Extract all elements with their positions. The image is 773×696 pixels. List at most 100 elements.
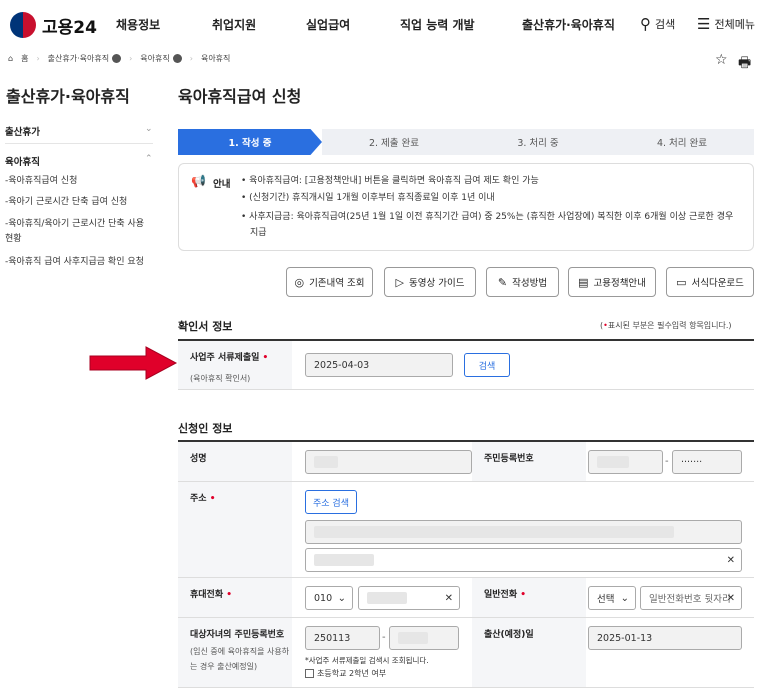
mobile-number-field[interactable]: ✕ [358,586,460,610]
breadcrumb-level1[interactable]: 출산휴가·육아휴직 [48,53,122,64]
megaphone-icon: 📢 [191,174,206,188]
sidebar-item-deferred-payment[interactable]: -육아휴직 급여 사후지급금 확인 요청 [5,255,153,270]
required-note: (•표시된 부분은 필수입력 항목입니다.) [600,321,732,330]
applicant-section-title: 신청인 정보 [178,422,233,435]
sidebar-title: 출산휴가·육아휴직 [6,87,130,106]
nav-skills-development[interactable]: 직업 능력 개발 [400,16,475,33]
clear-icon[interactable]: ✕ [727,555,735,566]
breadcrumb-level2[interactable]: 육아휴직 [140,53,182,64]
applicant-form: 성명 주민등록번호 - ······· 주소 • 주소 검색 ✕ 휴대전화 • … [178,440,754,692]
notice-line: 지급 [250,228,267,238]
submit-date-label: 사업주 서류제출일 • (육아휴직 확인서) [178,341,292,389]
notice-line: • 육아휴직급여: [고용정책안내] 버튼을 클릭하면 육아휴직 급여 제도 확… [241,176,539,186]
nav-maternity-parental[interactable]: 출산휴가·육아휴직 [522,16,615,33]
sidebar-item-reduced-hours[interactable]: -육아기 근로시간 단축 급여 신청 [5,195,153,210]
policy-guide-button[interactable]: ▤ 고용정책안내 [568,267,656,297]
dash: - [382,632,386,643]
sidebar-group-maternity[interactable]: 출산휴가 [5,124,40,138]
nav-employment-support[interactable]: 취업지원 [212,16,256,33]
notice-box: 📢 안내 • 육아휴직급여: [고용정책안내] 버튼을 클릭하면 육아휴직 급여… [178,163,754,251]
favorite-star-icon[interactable]: ☆ [715,52,728,68]
step-processing: 3. 처리 중 [466,129,610,155]
confirm-section-title: 확인서 정보 [178,320,233,333]
birth-date-label: 출산(예정)일 [472,618,586,687]
child-rrn-label: 대상자녀의 주민등록번호 (임신 중에 육아휴직을 사용하는 경우 출산예정일) [178,618,292,687]
search-icon: ⚲ [640,15,651,33]
chevron-up-icon[interactable]: ⌃ [145,154,153,164]
red-arrow-icon [89,346,178,380]
chevron-down-icon: ⌄ [337,592,346,604]
rrn-front-field[interactable] [588,450,663,474]
form-row: 주소 • 주소 검색 ✕ [178,482,754,578]
dropdown-dot-icon[interactable] [112,54,122,63]
history-lookup-button[interactable]: ◎ 기존내역 조회 [286,267,373,297]
phone-area-select[interactable]: 선택 ⌄ [588,586,636,610]
video-guide-button[interactable]: ▷ 동영상 가이드 [384,267,476,297]
breadcrumb: ⌂ 홈 › 출산휴가·육아휴직 › 육아휴직 › 육아휴직 [8,53,230,64]
birth-date-field[interactable]: 2025-01-13 [588,626,742,650]
address-line1-field[interactable] [305,520,742,544]
pencil-icon: ✎ [497,275,508,289]
chevron-right-icon: › [189,54,193,63]
header: 고용24 채용정보 취업지원 실업급여 직업 능력 개발 출산휴가·육아휴직 ⚲… [0,0,773,48]
address-line2-field[interactable]: ✕ [305,548,742,572]
nav-jobs[interactable]: 채용정보 [116,16,160,33]
name-label: 성명 [178,442,292,481]
monitor-icon: ▭ [676,275,687,289]
search-button[interactable]: ⚲ 검색 [640,15,675,33]
divider [5,143,153,144]
date-search-button[interactable]: 검색 [464,353,510,377]
address-search-button[interactable]: 주소 검색 [305,490,357,514]
notice-line: • 사후지급금: 육아휴직급여(25년 1월 1일 이전 휴직기간 급여) 중 … [241,212,734,222]
chevron-right-icon: › [129,54,133,63]
school-checkbox-row[interactable]: 초등학교 2학년 여부 [305,668,386,679]
nav-unemployment-benefit[interactable]: 실업급여 [306,16,350,33]
taegeuk-logo-icon [10,12,36,38]
name-field[interactable] [305,450,472,474]
print-icon[interactable]: 🖶 [738,52,751,76]
form-row: 대상자녀의 주민등록번호 (임신 중에 육아휴직을 사용하는 경우 출산예정일) … [178,618,754,688]
chevron-right-icon: › [36,54,40,63]
search-circle-icon: ◎ [294,275,305,289]
child-rrn-note: *사업주 서류제출일 검색시 조회됩니다. [305,656,429,665]
clear-icon[interactable]: ✕ [445,593,453,604]
sidebar-group-parental[interactable]: 육아휴직 [5,154,40,168]
how-to-write-button[interactable]: ✎ 작성방법 [486,267,559,297]
mobile-label: 휴대전화 • [178,578,292,617]
document-search-icon: ▤ [578,275,589,289]
logo-text: 고용24 [42,17,97,38]
step-completed: 4. 처리 완료 [610,129,754,155]
submit-date-field[interactable]: 2025-04-03 [305,353,453,377]
form-row: 사업주 서류제출일 • (육아휴직 확인서) 2025-04-03 검색 [178,341,754,390]
logo[interactable]: 고용24 [10,12,97,38]
dropdown-dot-icon[interactable] [172,54,182,63]
form-download-button[interactable]: ▭ 서식다운로드 [666,267,754,297]
breadcrumb-home[interactable]: 홈 [21,53,28,64]
progress-steps: 1. 작성 중 2. 제출 완료 3. 처리 중 4. 처리 완료 [178,129,754,155]
rrn-label: 주민등록번호 [472,442,586,481]
form-row: 휴대전화 • 010 ⌄ ✕ 일반전화 • 선택 ⌄ 일반전화번호 뒷자리 ✕ [178,578,754,618]
chevron-down-icon[interactable]: ⌄ [145,124,153,134]
notice-label: 안내 [213,179,231,190]
rrn-back-field[interactable]: ······· [672,450,742,474]
all-menu-button[interactable]: ☰ 전체메뉴 [697,15,755,33]
address-label: 주소 • [178,482,292,577]
child-rrn-back-field[interactable] [389,626,459,650]
step-submitted: 2. 제출 완료 [322,129,466,155]
play-icon: ▷ [395,275,404,289]
mobile-prefix-select[interactable]: 010 ⌄ [305,586,353,610]
clear-icon[interactable]: ✕ [727,593,735,604]
checkbox-icon[interactable] [305,669,314,678]
sidebar-item-usage-status[interactable]: -육아휴직/육아기 근로시간 단축 사용 현황 [5,217,153,247]
confirm-form: 사업주 서류제출일 • (육아휴직 확인서) 2025-04-03 검색 [178,339,754,390]
hamburger-icon: ☰ [697,15,711,33]
phone-number-field[interactable]: 일반전화번호 뒷자리 ✕ [640,586,742,610]
dash: - [665,456,669,467]
home-icon[interactable]: ⌂ [8,54,13,63]
phone-label: 일반전화 • [472,578,586,617]
page-title: 육아휴직급여 신청 [178,87,302,106]
form-row: 성명 주민등록번호 - ······· [178,442,754,482]
sidebar-item-parental-benefit[interactable]: -육아휴직급여 신청 [5,174,153,189]
child-rrn-front-field[interactable]: 250113 [305,626,380,650]
step-writing: 1. 작성 중 [178,129,322,155]
